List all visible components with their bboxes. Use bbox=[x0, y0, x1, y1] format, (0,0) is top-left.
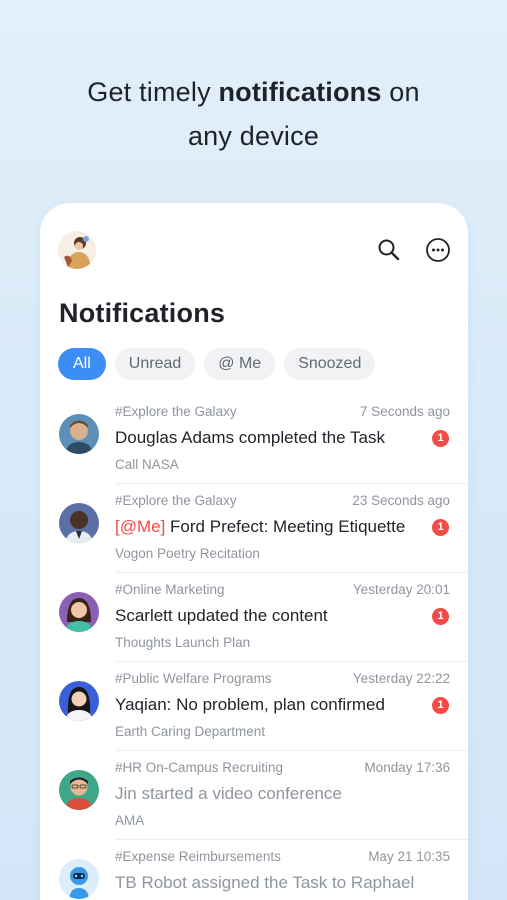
avatar-ford bbox=[59, 503, 99, 543]
user-avatar-illustration bbox=[58, 231, 96, 269]
user-avatar[interactable] bbox=[58, 231, 96, 269]
notification-time: Yesterday 20:01 bbox=[352, 582, 450, 597]
headline-line-1: Get timely notifications on bbox=[0, 70, 507, 114]
phone-card: Notifications All Unread @ Me Snoozed #E… bbox=[40, 203, 468, 900]
notification-text: Jin started a video conference bbox=[115, 784, 342, 803]
tab-all[interactable]: All bbox=[58, 348, 106, 380]
notification-time: May 21 10:35 bbox=[368, 849, 450, 864]
notification-row[interactable]: #HR On-Campus Recruiting Monday 17:36 Ji… bbox=[40, 751, 468, 840]
avatar-douglas bbox=[59, 414, 99, 454]
headline-bold: notifications bbox=[218, 77, 382, 107]
notification-group: #Explore the Galaxy bbox=[115, 493, 237, 508]
notification-subtitle: Thoughts Launch Plan bbox=[115, 635, 251, 650]
tab-unread[interactable]: Unread bbox=[114, 348, 196, 380]
notification-message: [@Me] Ford Prefect: Meeting Etiquette bbox=[115, 517, 405, 537]
notification-message: TB Robot assigned the Task to Raphael bbox=[115, 873, 414, 893]
filter-tabs: All Unread @ Me Snoozed bbox=[58, 348, 376, 380]
notification-text: TB Robot assigned the Task to Raphael bbox=[115, 873, 415, 892]
notification-group: #Expense Reimbursements bbox=[115, 849, 281, 864]
notification-group: #HR On-Campus Recruiting bbox=[115, 760, 284, 775]
notification-row[interactable]: #Online Marketing Yesterday 20:01 Scarle… bbox=[40, 573, 468, 662]
more-options-icon[interactable] bbox=[425, 237, 451, 263]
notification-text: Douglas Adams completed the Task bbox=[115, 428, 385, 447]
notification-text: Ford Prefect: Meeting Etiquette bbox=[165, 517, 406, 536]
tab-at-me[interactable]: @ Me bbox=[204, 348, 276, 380]
headline-line-2: any device bbox=[187, 121, 320, 151]
search-icon[interactable] bbox=[376, 237, 402, 263]
notification-subtitle: Earth Caring Department bbox=[115, 724, 266, 739]
unread-badge: 1 bbox=[432, 430, 449, 447]
avatar-jin bbox=[59, 770, 99, 810]
mention-tag: [@Me] bbox=[115, 517, 166, 536]
headline-pre: Get timely bbox=[87, 77, 219, 107]
notification-message: Yaqian: No problem, plan confirmed bbox=[115, 695, 385, 715]
notification-row[interactable]: #Explore the Galaxy 7 Seconds ago Dougla… bbox=[40, 395, 468, 484]
notification-group: #Online Marketing bbox=[115, 582, 225, 597]
notification-time: Yesterday 22:22 bbox=[352, 671, 450, 686]
notification-subtitle: Vogon Poetry Recitation bbox=[115, 546, 260, 561]
notification-group: #Public Welfare Programs bbox=[115, 671, 272, 686]
notification-time: Monday 17:36 bbox=[364, 760, 450, 775]
notification-text: Yaqian: No problem, plan confirmed bbox=[115, 695, 385, 714]
avatar-scarlett bbox=[59, 592, 99, 632]
notification-message: Douglas Adams completed the Task bbox=[115, 428, 385, 448]
headline-post: on bbox=[381, 77, 420, 107]
notification-time: 23 Seconds ago bbox=[352, 493, 450, 508]
notification-row[interactable]: #Public Welfare Programs Yesterday 22:22… bbox=[40, 662, 468, 751]
notification-subtitle: AMA bbox=[115, 813, 145, 828]
headline: Get timely notifications on any device bbox=[0, 70, 507, 158]
unread-badge: 1 bbox=[432, 608, 449, 625]
avatar-yaqian bbox=[59, 681, 99, 721]
notification-message: Scarlett updated the content bbox=[115, 606, 328, 626]
robot-avatar bbox=[59, 859, 99, 899]
notification-group: #Explore the Galaxy bbox=[115, 404, 237, 419]
notification-time: 7 Seconds ago bbox=[359, 404, 450, 419]
notification-message: Jin started a video conference bbox=[115, 784, 342, 804]
page-title: Notifications bbox=[59, 298, 226, 328]
notification-row[interactable]: #Explore the Galaxy 23 Seconds ago [@Me]… bbox=[40, 484, 468, 573]
unread-badge: 1 bbox=[432, 697, 449, 714]
unread-badge: 1 bbox=[432, 519, 449, 536]
notification-row[interactable]: #Expense Reimbursements May 21 10:35 TB … bbox=[40, 840, 468, 900]
notification-text: Scarlett updated the content bbox=[115, 606, 328, 625]
notification-subtitle: Call NASA bbox=[115, 457, 179, 472]
notification-list: #Explore the Galaxy 7 Seconds ago Dougla… bbox=[40, 395, 468, 900]
tab-snoozed[interactable]: Snoozed bbox=[284, 348, 376, 380]
